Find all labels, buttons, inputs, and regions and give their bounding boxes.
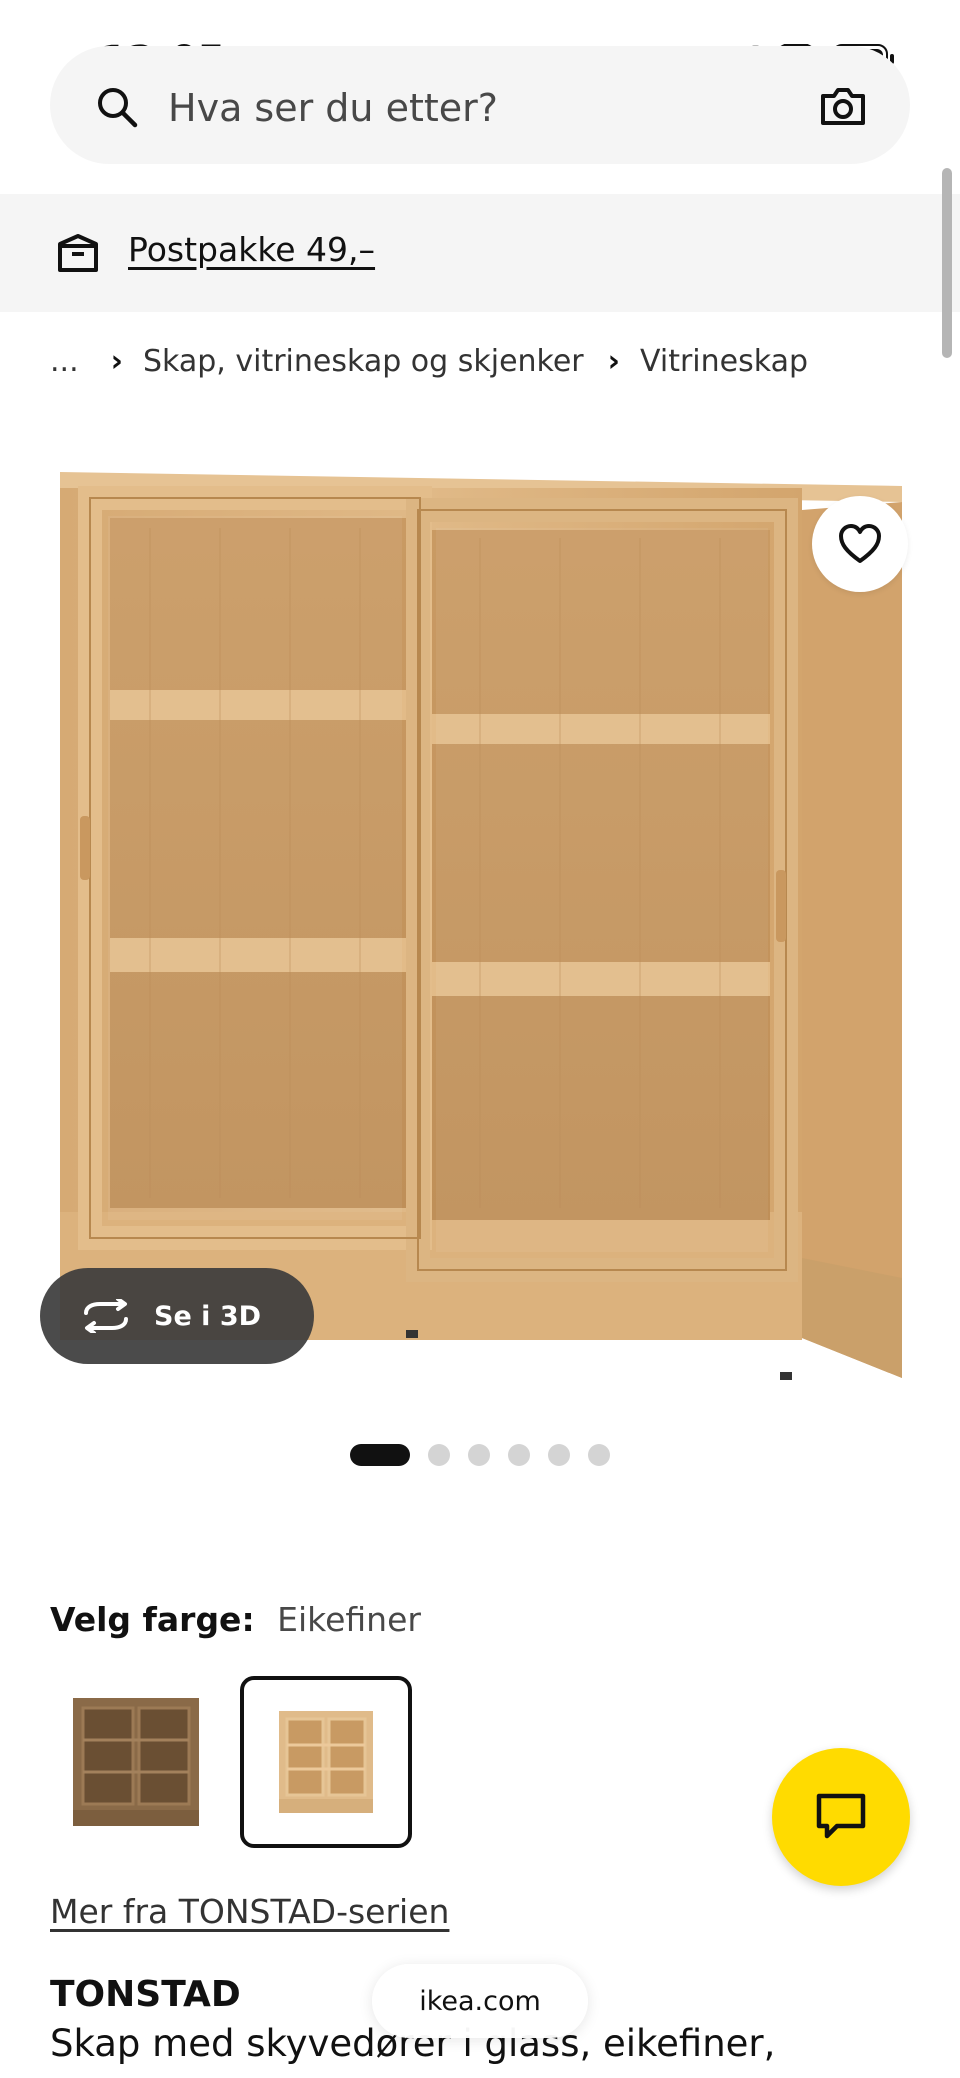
carousel-dot[interactable] — [350, 1444, 410, 1466]
view-3d-label: Se i 3D — [154, 1300, 262, 1332]
color-selected-value: Eikefiner — [277, 1600, 421, 1639]
scrollbar[interactable] — [942, 168, 952, 358]
view-3d-button[interactable]: Se i 3D — [40, 1268, 314, 1364]
package-icon — [58, 234, 98, 272]
color-swatch-oak-selected[interactable] — [240, 1676, 412, 1848]
chat-button[interactable] — [772, 1748, 910, 1886]
camera-icon[interactable] — [820, 86, 866, 126]
chevron-right-icon: › — [607, 344, 621, 379]
heart-icon — [839, 524, 881, 563]
search-icon — [98, 88, 138, 128]
carousel-dots — [350, 1444, 610, 1466]
favorite-button[interactable] — [812, 496, 908, 592]
breadcrumb-item-cabinets[interactable]: Skap, vitrineskap og skjenker — [143, 344, 584, 379]
swatch-image — [279, 1711, 373, 1813]
series-link[interactable]: Mer fra TONSTAD-serien — [50, 1892, 449, 1931]
carousel-dot[interactable] — [548, 1444, 570, 1466]
browser-url: ikea.com — [419, 1985, 541, 2017]
chat-bubble-icon — [816, 1793, 866, 1839]
chevron-right-icon: › — [110, 344, 123, 379]
carousel-dot[interactable] — [508, 1444, 530, 1466]
search-bar[interactable]: Hva ser du etter? — [50, 46, 910, 164]
color-swatch-brown[interactable] — [50, 1676, 222, 1848]
breadcrumb-ellipsis[interactable]: ... — [50, 344, 79, 379]
browser-url-pill[interactable]: ikea.com — [372, 1964, 588, 2038]
carousel-dot[interactable] — [468, 1444, 490, 1466]
carousel-dot[interactable] — [588, 1444, 610, 1466]
rotate-3d-icon — [84, 1299, 128, 1333]
search-placeholder: Hva ser du etter? — [168, 86, 498, 130]
shipping-banner: Postpakke 49,– — [0, 194, 960, 312]
swatch-image — [73, 1698, 199, 1826]
carousel-dot[interactable] — [428, 1444, 450, 1466]
product-image[interactable] — [50, 458, 910, 1388]
breadcrumb: ... › Skap, vitrineskap og skjenker › Vi… — [50, 344, 808, 379]
shipping-link[interactable]: Postpakke 49,– — [128, 230, 375, 269]
color-selector-label: Velg farge: Eikefiner — [50, 1600, 421, 1639]
product-name: TONSTAD — [50, 1974, 241, 2015]
color-label-key: Velg farge: — [50, 1600, 255, 1639]
breadcrumb-item-display-cabinets[interactable]: Vitrineskap — [640, 344, 808, 379]
